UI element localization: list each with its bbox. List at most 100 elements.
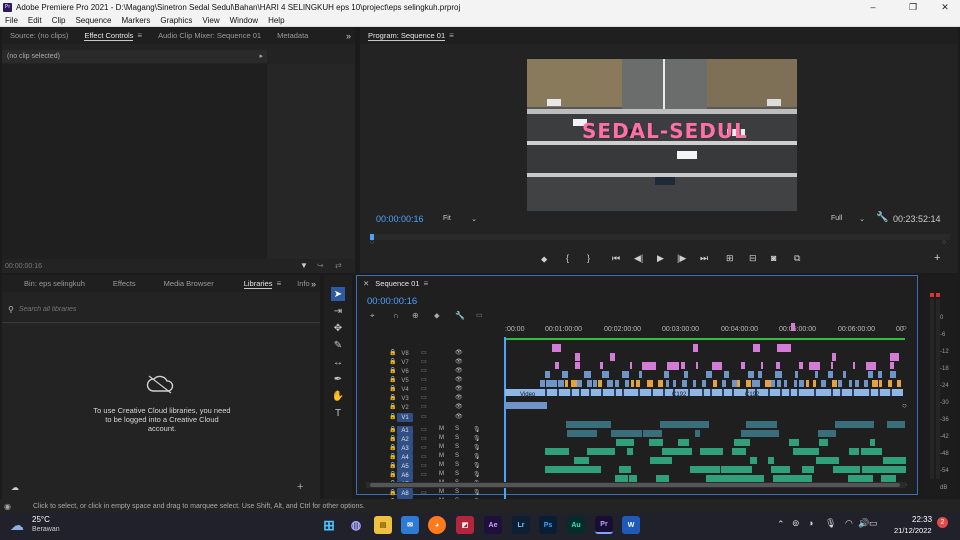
video-frame[interactable]: SEDAL-SEDUL xyxy=(527,59,797,211)
tray-app-icon[interactable]: ◑ xyxy=(808,518,813,528)
track-header-v3[interactable]: 🔒 V3 ▭ 👁 xyxy=(357,394,505,403)
linked-selection-icon[interactable]: ⊕ xyxy=(412,311,419,320)
vertical-scroll-handle[interactable]: ○ xyxy=(902,401,907,410)
track-header-a2[interactable]: 🔒 A2 ▭ M S 🎙 xyxy=(357,435,505,444)
fit-dropdown[interactable]: Fit ⌄ xyxy=(440,213,480,224)
compare-icon[interactable]: ⧉ xyxy=(794,253,800,264)
menu-help[interactable]: Help xyxy=(263,16,289,25)
weather-cloud-icon[interactable]: ☁ xyxy=(10,517,24,534)
panel-menu-icon[interactable]: ≡ xyxy=(449,31,454,40)
track-header-v2[interactable]: 🔒 V2 ▭ 👁 xyxy=(357,403,505,412)
track-header-v4[interactable]: 🔒 V4 ▭ 👁 xyxy=(357,385,505,394)
after-effects-icon[interactable]: Ae xyxy=(484,516,502,534)
filter-icon[interactable]: ▼ xyxy=(300,261,308,270)
panel-menu-icon[interactable]: ≡ xyxy=(276,279,281,288)
program-timecode-current[interactable]: 00:00:00:16 xyxy=(376,214,424,224)
close-tab-icon[interactable]: ✕ xyxy=(363,279,369,288)
weather-description[interactable]: Berawan xyxy=(32,526,60,533)
panel-overflow-icon[interactable]: » xyxy=(346,31,351,41)
track-header-v6[interactable]: 🔒 V6 ▭ 👁 xyxy=(357,367,505,376)
panel-menu-icon[interactable]: ≡ xyxy=(137,31,142,40)
slip-tool-icon[interactable]: ↔ xyxy=(331,355,345,369)
windows-start-icon[interactable]: ⊞ xyxy=(320,516,338,534)
battery-icon[interactable]: ▭ xyxy=(869,518,878,529)
track-header-a4[interactable]: 🔒 A4 ▭ M S 🎙 xyxy=(357,453,505,462)
camera-icon[interactable]: ◙ xyxy=(771,253,776,263)
menu-window[interactable]: Window xyxy=(225,16,263,25)
media-app-icon[interactable]: ◩ xyxy=(456,516,474,534)
track-header-a6[interactable]: 🔒 A6 ▭ M S 🎙 xyxy=(357,471,505,480)
panel-menu-icon[interactable]: ≡ xyxy=(424,279,429,288)
word-icon[interactable]: W xyxy=(622,516,640,534)
overwrite-icon[interactable]: ⊟ xyxy=(749,253,757,264)
tab-libraries[interactable]: Libraries ≡ xyxy=(222,275,289,292)
firefox-icon[interactable]: ◕ xyxy=(428,516,446,534)
clock-date[interactable]: 21/12/2022 xyxy=(894,526,932,535)
notification-badge[interactable]: 2 xyxy=(937,517,948,528)
type-tool-icon[interactable]: T xyxy=(331,406,345,420)
menu-markers[interactable]: Markers xyxy=(117,16,156,25)
weather-temperature[interactable]: 25°C xyxy=(32,515,50,524)
captions-icon[interactable]: ▭ xyxy=(476,311,483,319)
vertical-scroll-handle[interactable]: ○ xyxy=(902,323,907,332)
zoom-handle-icon[interactable]: ○ xyxy=(370,239,374,246)
track-header-v1[interactable]: 🔒 V1 ▭ 👁 xyxy=(357,413,505,422)
timeline-ruler[interactable]: :00:00 00:01:00:00 00:02:00:00 00:03:00:… xyxy=(505,325,905,341)
add-library-icon[interactable]: + xyxy=(297,481,303,493)
ripple-edit-tool-icon[interactable]: ✥ xyxy=(331,321,345,335)
panel-overflow-icon[interactable]: » xyxy=(311,279,316,289)
play-icon[interactable]: ▶ xyxy=(657,253,664,264)
menu-graphics[interactable]: Graphics xyxy=(155,16,197,25)
hand-tool-icon[interactable]: ✋ xyxy=(331,389,345,403)
pen-tool-icon[interactable]: ✒ xyxy=(331,372,345,386)
snap-icon[interactable]: ⌖ xyxy=(370,311,375,321)
volume-icon[interactable]: 🔊 xyxy=(858,518,869,529)
maximize-button[interactable]: ❐ xyxy=(898,0,928,14)
microphone-icon[interactable]: 🎙 xyxy=(825,518,836,529)
menu-file[interactable]: File xyxy=(0,16,23,25)
zoom-handle-icon[interactable]: ○ xyxy=(942,239,946,246)
track-header-v5[interactable]: 🔒 V5 ▭ 👁 xyxy=(357,376,505,385)
cloud-sync-icon[interactable]: ☁ xyxy=(11,483,19,492)
track-header-a8[interactable]: 🔒 A8 ▭ M S 🎙 xyxy=(357,489,505,498)
toggle-icon[interactable]: ⇄ xyxy=(335,261,342,270)
insert-icon[interactable]: ⊞ xyxy=(726,253,734,264)
add-button-icon[interactable]: + xyxy=(934,252,940,264)
magnet-icon[interactable]: ∩ xyxy=(393,311,399,320)
add-marker-icon[interactable]: ⬥ xyxy=(434,311,440,321)
tab-sequence[interactable]: Sequence 01 xyxy=(375,279,419,288)
track-header-v7[interactable]: 🔒 V7 ▭ 👁 xyxy=(357,358,505,367)
program-scrubber[interactable] xyxy=(370,234,950,240)
menu-view[interactable]: View xyxy=(197,16,224,25)
menu-clip[interactable]: Clip xyxy=(47,16,71,25)
expand-arrow-icon[interactable]: ▸ xyxy=(259,52,263,60)
lightroom-icon[interactable]: Lr xyxy=(512,516,530,534)
track-header-a1[interactable]: 🔒 A1 ▭ M S 🎙 xyxy=(357,426,505,435)
mark-out-icon[interactable]: } xyxy=(587,253,590,263)
step-back-icon[interactable]: ◀| xyxy=(634,253,643,264)
quality-dropdown[interactable]: Full ⌄ xyxy=(828,213,868,224)
wifi-icon[interactable]: ◠ xyxy=(845,518,853,529)
mail-icon[interactable]: ✉ xyxy=(401,516,419,534)
track-select-tool-icon[interactable]: ⇥ xyxy=(331,304,345,318)
export-icon[interactable]: ↪ xyxy=(317,261,324,270)
track-header-a3[interactable]: 🔒 A3 ▭ M S 🎙 xyxy=(357,444,505,453)
scrollbar-thumb[interactable] xyxy=(370,483,900,487)
selection-tool-icon[interactable]: ➤ xyxy=(331,287,345,301)
close-button[interactable]: ✕ xyxy=(930,0,960,14)
audition-icon[interactable]: Au xyxy=(567,516,585,534)
go-to-out-icon[interactable]: ⏭ xyxy=(700,253,708,264)
menu-sequence[interactable]: Sequence xyxy=(70,16,116,25)
tray-app-icon[interactable]: ⊚ xyxy=(792,518,800,529)
add-marker-icon[interactable]: ⬥ xyxy=(541,254,547,265)
photoshop-icon[interactable]: Ps xyxy=(539,516,557,534)
razor-tool-icon[interactable]: ✎ xyxy=(331,338,345,352)
tab-bin[interactable]: Bin: eps selingkuh xyxy=(2,275,93,292)
tray-chevron-icon[interactable]: ⌃ xyxy=(777,519,785,530)
timeline-timecode[interactable]: 00:00:00:16 xyxy=(367,296,417,307)
tab-program[interactable]: Program: Sequence 01 ≡ xyxy=(360,27,462,44)
menu-edit[interactable]: Edit xyxy=(23,16,47,25)
tab-effect-controls[interactable]: Effect Controls ≡ xyxy=(76,27,150,44)
chat-icon[interactable]: ◍ xyxy=(347,516,365,534)
track-header-v8[interactable]: 🔒 V8 ▭ 👁 xyxy=(357,349,505,358)
